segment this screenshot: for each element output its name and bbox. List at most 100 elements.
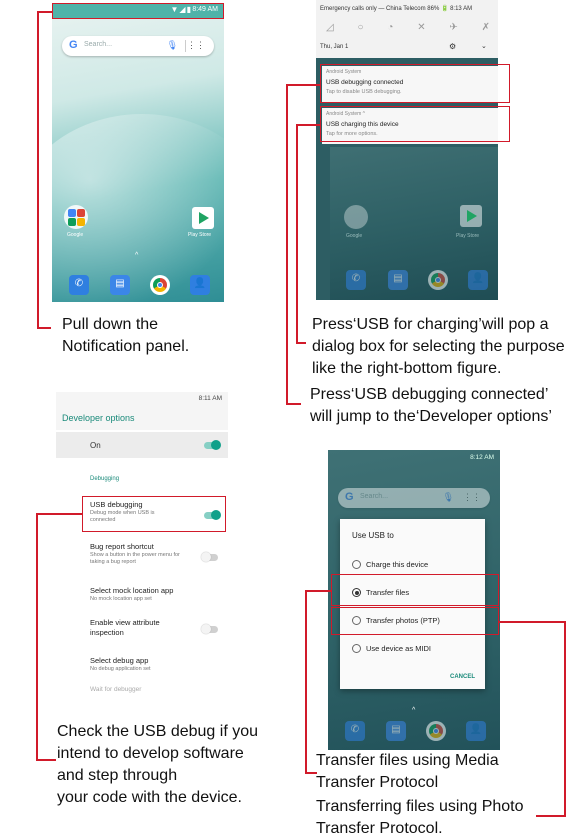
caption-line: your code with the device. [57, 789, 242, 806]
play-store-label: Play Store [456, 233, 480, 239]
master-switch[interactable] [204, 440, 221, 450]
bug-report-switch[interactable] [201, 552, 218, 562]
notification-panel: Emergency calls only — China Telecom 86%… [316, 0, 498, 300]
search-placeholder: Search... [360, 493, 389, 500]
item-title: Enable view attribute inspection [90, 618, 160, 637]
home-screen: ▼◢▮ 8:49 AM G Search... 🎙 ⋮⋮ Google Play… [52, 4, 224, 302]
apps-grid-icon[interactable]: ⋮⋮ [187, 40, 205, 51]
google-folder-icon[interactable] [64, 205, 88, 229]
quick-settings-shade: Emergency calls only — China Telecom 86%… [316, 0, 498, 58]
caption-line: Press‘USB debugging connected’ [310, 386, 549, 403]
connector-line [286, 84, 288, 404]
mic-icon[interactable]: 🎙 [167, 40, 178, 51]
bluetooth-off-icon[interactable]: ✕ [417, 22, 425, 33]
connector-line [37, 327, 51, 329]
gear-icon[interactable]: ⚙ [449, 42, 456, 51]
google-folder-label: Google [346, 233, 363, 239]
play-store-icon [460, 205, 482, 227]
item-title: Bug report shortcut [90, 542, 154, 551]
connector-line [36, 513, 82, 515]
connector-line [536, 815, 566, 817]
debug-app-item[interactable]: Select debug app No debug application se… [90, 656, 196, 673]
page-title: Developer options [62, 413, 135, 423]
usb-debugging-item-highlight [82, 496, 226, 532]
caption-check-debug: Check the USB debug if you intend to dev… [57, 721, 258, 809]
wait-for-debugger-item[interactable]: Wait for debugger [90, 686, 141, 693]
app-drawer-caret-icon[interactable]: ^ [135, 252, 138, 259]
caption-line: dialog box for selecting the purpose [312, 338, 565, 355]
master-toggle-label: On [90, 441, 101, 450]
usb-charging-highlight [320, 106, 510, 142]
item-subtitle: No mock location app set [90, 596, 152, 602]
developer-options-screen: 8:11 AM Developer options On Debugging U… [56, 392, 228, 698]
caption-line: Transfer Protocol. [316, 820, 443, 837]
connector-line [36, 513, 38, 760]
caption-line: Transfer Protocol [316, 774, 439, 791]
do-not-disturb-icon[interactable]: ○ [358, 22, 364, 33]
wifi-icon[interactable]: ◔ [387, 22, 393, 33]
caption-usb-charging: Press‘USB for charging’will pop a dialog… [312, 314, 565, 380]
usb-debugging-highlight [320, 64, 510, 103]
connector-line [499, 621, 565, 623]
mic-icon: 🎙 [442, 492, 454, 502]
connector-line [296, 342, 306, 344]
caption-line: Transfer files using Media [316, 752, 499, 769]
play-store-icon[interactable] [192, 207, 214, 229]
connector-line [296, 124, 298, 343]
caption-usb-debugging: Press‘USB debugging connected’ will jump… [310, 384, 552, 428]
caption-line: Press‘USB for charging’will pop a [312, 316, 549, 333]
item-subtitle: No debug application set [90, 666, 151, 672]
messages-icon[interactable]: ▤ [110, 275, 130, 295]
connector-line [305, 590, 307, 773]
phone-icon: ✆ [345, 721, 365, 741]
messages-icon: ▤ [386, 721, 406, 741]
bug-report-shortcut-item[interactable]: Bug report shortcut Show a button in the… [90, 542, 196, 566]
chevron-down-icon[interactable]: ⌄ [481, 42, 487, 50]
app-bar: Developer options [56, 406, 228, 430]
connector-line [37, 11, 39, 328]
status-time: 8:11 AM [198, 395, 222, 402]
brightness-icon[interactable]: ◿ [326, 22, 334, 33]
search-divider [185, 40, 186, 52]
radio-button[interactable] [352, 644, 361, 653]
status-bar[interactable]: 8:11 AM [56, 392, 228, 406]
cancel-button[interactable]: CANCEL [450, 674, 475, 680]
search-placeholder: Search... [84, 41, 113, 48]
chrome-icon[interactable] [150, 275, 170, 295]
contacts-icon: 👤 [466, 721, 486, 741]
search-bar: G Search... 🎙 ⋮⋮ [338, 488, 490, 508]
caption-line: and step through [57, 767, 178, 784]
section-header-debugging: Debugging [90, 476, 120, 482]
caption-ptp: Transferring files using Photo Transfer … [316, 796, 524, 838]
flashlight-icon[interactable]: ✗ [482, 22, 490, 33]
chrome-icon [428, 270, 448, 290]
caption-pull-down: Pull down the Notification panel. [62, 314, 189, 358]
view-attribute-item[interactable]: Enable view attribute inspection [90, 618, 190, 638]
phone-icon[interactable]: ✆ [69, 275, 89, 295]
caption-line: Transferring files using Photo [316, 798, 524, 815]
caption-line: Notification panel. [62, 338, 190, 355]
contacts-icon[interactable]: 👤 [190, 275, 210, 295]
google-logo-icon: G [345, 491, 354, 503]
chrome-icon [426, 721, 446, 741]
caption-line: intend to develop software [57, 745, 244, 762]
apps-grid-icon: ⋮⋮ [463, 492, 481, 502]
contacts-icon: 👤 [468, 270, 488, 290]
status-bar-highlight [52, 3, 224, 19]
google-folder-icon [344, 205, 368, 229]
option-label: Use device as MIDI [366, 644, 432, 653]
radio-button[interactable] [352, 560, 361, 569]
play-store-label: Play Store [188, 232, 212, 238]
google-logo-icon: G [69, 39, 78, 51]
transfer-files-highlight [331, 574, 499, 606]
option-label: Charge this device [366, 560, 429, 569]
quick-settings-row: ◿ ○ ◔ ✕ ✈ ✗ [326, 22, 490, 33]
connector-line [305, 590, 331, 592]
caption-line: Check the USB debug if you [57, 723, 259, 740]
search-bar[interactable]: G Search... 🎙 ⋮⋮ [62, 36, 214, 56]
master-toggle-row[interactable]: On [56, 432, 228, 458]
airplane-icon[interactable]: ✈ [449, 22, 457, 33]
mock-location-item[interactable]: Select mock location app No mock locatio… [90, 586, 196, 603]
view-attribute-switch[interactable] [201, 624, 218, 634]
item-title: Select mock location app [90, 586, 174, 595]
